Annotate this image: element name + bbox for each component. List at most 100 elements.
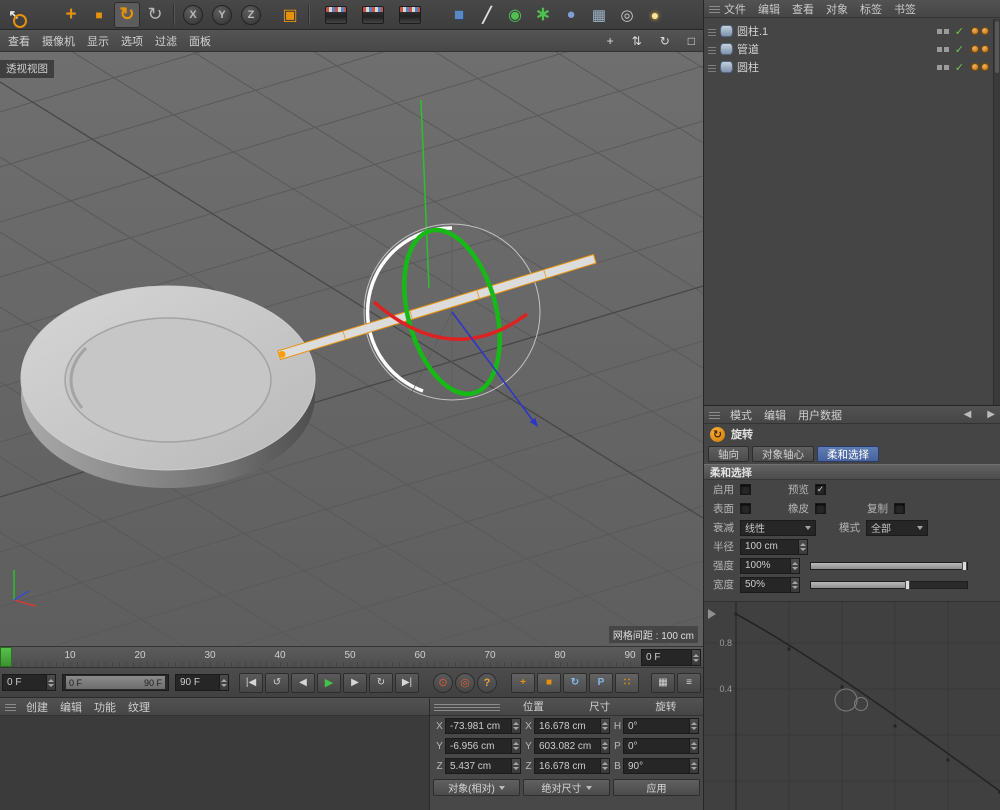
spinner[interactable] [689, 758, 699, 774]
end-frame-spinner[interactable] [219, 674, 229, 691]
add-subdivision-surface-button[interactable]: ◉ [502, 2, 528, 28]
loop-button[interactable]: ↻ [369, 672, 393, 693]
spinner[interactable] [689, 738, 699, 754]
falloff-curve-graph[interactable]: 0.8 0.4 [704, 601, 1000, 810]
drag-handle-icon[interactable] [708, 44, 716, 54]
live-selection-tool[interactable]: ↖ [1, 2, 28, 28]
spinner[interactable] [600, 738, 610, 754]
spinner[interactable] [511, 758, 521, 774]
spinner[interactable] [600, 758, 610, 774]
add-environment-button[interactable]: ▦ [586, 2, 612, 28]
add-array-button[interactable]: ∗ [530, 2, 556, 28]
object-row[interactable]: 圆柱 ✓ [704, 58, 993, 76]
strength-field[interactable]: 100% [740, 557, 790, 574]
coordinate-system-button[interactable]: ▣ [277, 2, 303, 28]
quantize-button[interactable]: ≡ [677, 672, 701, 693]
object-row[interactable]: 管道 ✓ [704, 40, 993, 58]
object-name[interactable]: 管道 [737, 41, 759, 57]
menu-item[interactable]: 文件 [724, 1, 746, 17]
goto-end-button[interactable]: ▶| [395, 672, 419, 693]
view-toggle-icon[interactable]: □ [688, 34, 695, 48]
spinner[interactable] [600, 718, 610, 734]
add-camera-button[interactable]: ◎ [614, 2, 640, 28]
record-pla-toggle[interactable]: ∷ [615, 672, 639, 693]
menu-item[interactable]: 用户数据 [798, 407, 842, 423]
visibility-dots[interactable] [936, 46, 949, 52]
menu-item[interactable]: 选项 [121, 33, 143, 49]
falloff-curve[interactable] [735, 613, 1000, 793]
surface-checkbox[interactable] [740, 503, 751, 514]
view-rotate-icon[interactable]: ↻ [660, 34, 670, 48]
size-value-field[interactable]: 16.678 cm [534, 758, 600, 774]
menu-item[interactable]: 纹理 [128, 699, 150, 715]
visibility-dots[interactable] [936, 64, 949, 70]
menu-item[interactable]: 过滤 [155, 33, 177, 49]
drag-handle-icon[interactable] [708, 26, 716, 36]
apply-button[interactable]: 应用 [613, 779, 700, 796]
previous-frame-button[interactable]: ◀ [291, 672, 315, 693]
position-value-field[interactable]: -73.981 cm [445, 718, 511, 734]
width-field[interactable]: 50% [740, 576, 790, 593]
falloff-dropdown[interactable]: 线性 [740, 519, 816, 536]
menu-item[interactable]: 书签 [894, 1, 916, 17]
history-back-icon[interactable]: ◀ [964, 409, 972, 420]
add-primitive-button[interactable]: ■ [446, 2, 472, 28]
autokeying-button[interactable]: ◎ [455, 672, 475, 693]
width-slider[interactable] [810, 579, 968, 590]
lock-z-axis-button[interactable]: Z [238, 2, 264, 28]
play-button[interactable]: ▶ [317, 672, 341, 693]
frame-spinner[interactable] [46, 674, 56, 691]
lock-y-axis-button[interactable]: Y [209, 2, 235, 28]
add-deformer-button[interactable]: ● [558, 2, 584, 28]
menu-item[interactable]: 编辑 [758, 1, 780, 17]
record-parameter-toggle[interactable]: P [589, 672, 613, 693]
render-view-button[interactable] [323, 2, 349, 28]
view-zoom-icon[interactable]: ⇅ [632, 34, 642, 48]
expand-triangle-icon[interactable] [708, 609, 716, 619]
menu-item[interactable]: 查看 [8, 33, 30, 49]
move-tool[interactable]: + [58, 2, 84, 28]
texture-tag-icons[interactable] [971, 45, 989, 53]
snap-toggle-button[interactable]: ▦ [651, 672, 675, 693]
materials-list-area[interactable] [0, 716, 429, 809]
spinner[interactable] [511, 718, 521, 734]
rotation-value-field[interactable]: 0° [623, 738, 689, 754]
add-light-button[interactable]: ● [642, 2, 668, 28]
spinner[interactable] [790, 557, 800, 574]
spinner[interactable] [790, 576, 800, 593]
add-spline-button[interactable]: ╱ [474, 2, 500, 28]
menu-item[interactable]: 模式 [730, 407, 752, 423]
panel-grip-icon[interactable] [709, 410, 720, 419]
record-rotation-toggle[interactable]: ↻ [563, 672, 587, 693]
next-frame-button[interactable]: ▶ [343, 672, 367, 693]
timeline-playhead[interactable] [0, 647, 12, 667]
menu-item[interactable]: 对象 [826, 1, 848, 17]
viewport-canvas[interactable]: 透视视图 网格间距 : 100 cm [0, 52, 703, 646]
radius-field[interactable]: 100 cm [740, 538, 798, 555]
range-bar[interactable]: 0 F 90 F [66, 676, 165, 689]
current-frame-field[interactable]: 0 F [641, 649, 691, 666]
spinner[interactable] [689, 718, 699, 734]
preview-checkbox[interactable]: ✓ [815, 484, 826, 495]
eraser-checkbox[interactable] [815, 503, 826, 514]
menu-item[interactable]: 标签 [860, 1, 882, 17]
tab-object-axis[interactable]: 对象轴心 [752, 446, 814, 462]
copy-checkbox[interactable] [894, 503, 905, 514]
scale-tool[interactable]: ■ [86, 2, 112, 28]
end-frame-field[interactable]: 90 F [175, 674, 219, 691]
size-value-field[interactable]: 16.678 cm [534, 718, 600, 734]
z-axis-arrow[interactable] [451, 311, 538, 427]
enabled-check-icon[interactable]: ✓ [955, 61, 964, 74]
panel-grip-icon[interactable] [434, 702, 501, 711]
tab-axis[interactable]: 轴向 [708, 446, 749, 462]
menu-item[interactable]: 查看 [792, 1, 814, 17]
keyframe-selection-button[interactable]: ? [477, 672, 497, 693]
mode-dropdown[interactable]: 全部 [866, 519, 928, 536]
rotation-value-field[interactable]: 0° [623, 718, 689, 734]
goto-start-button[interactable]: |◀ [239, 672, 263, 693]
lock-x-axis-button[interactable]: X [180, 2, 206, 28]
visibility-dots[interactable] [936, 28, 949, 34]
frame-range-slider[interactable]: 0 F 90 F [62, 674, 169, 691]
size-value-field[interactable]: 603.082 cm [534, 738, 600, 754]
render-settings-button[interactable] [397, 2, 423, 28]
